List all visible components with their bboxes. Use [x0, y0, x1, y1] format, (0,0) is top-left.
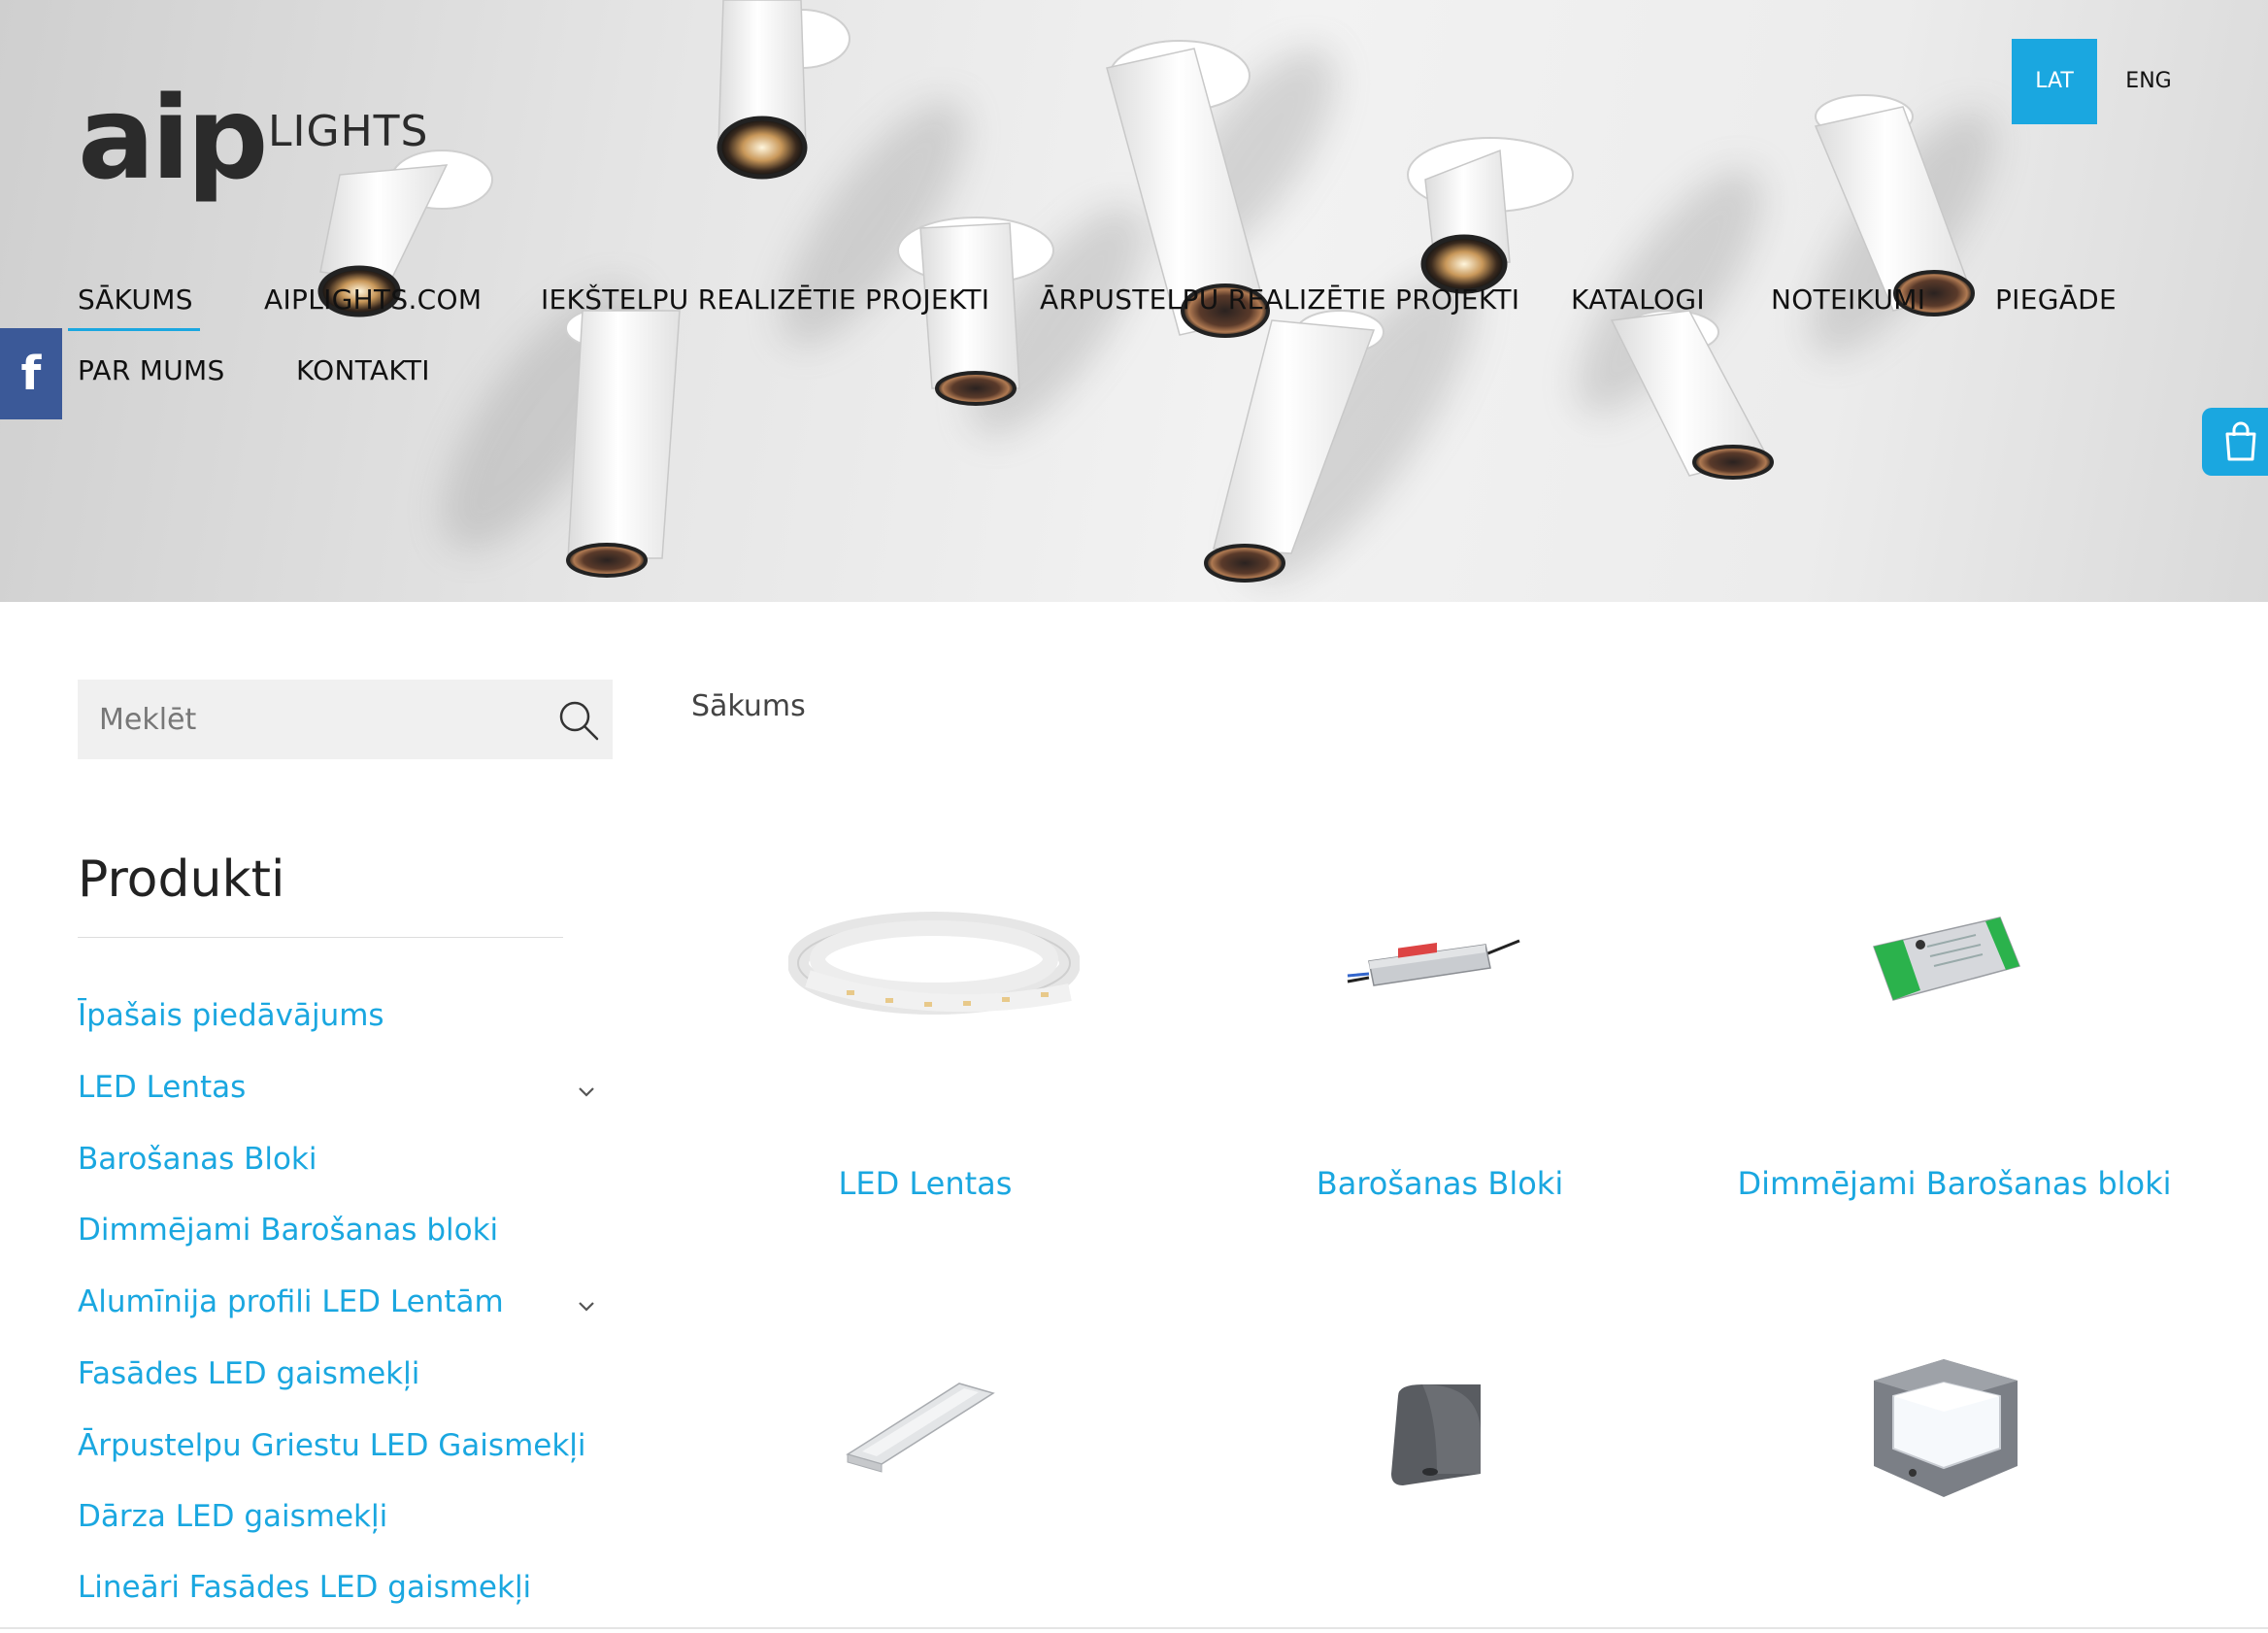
sidebar-title: Produkti: [78, 850, 285, 909]
led-strip-image[interactable]: [788, 903, 1080, 1029]
sidebar-item-arpustelpu-griestu[interactable]: Ārpustelpu Griestu LED Gaismekļi: [78, 1428, 586, 1463]
facebook-icon: f: [20, 347, 42, 401]
category-barosanas-bloki-link[interactable]: Barošanas Bloki: [1187, 1165, 1692, 1202]
nav-item-indoor-projects[interactable]: IEKŠTELPU REALIZĒTIE PROJEKTI: [541, 283, 989, 316]
logo-main-text: aip: [78, 71, 269, 205]
chevron-down-icon[interactable]: [577, 1300, 596, 1314]
search-icon[interactable]: [557, 699, 600, 742]
sidebar-item-special-offer[interactable]: Īpašais piedāvājums: [78, 998, 384, 1033]
garden-light-image[interactable]: [1854, 1351, 2034, 1512]
aluminium-profile-image[interactable]: [843, 1369, 998, 1476]
sidebar-item-fasades[interactable]: Fasādes LED gaismekļi: [78, 1356, 419, 1391]
search-box: [78, 680, 613, 759]
search-input[interactable]: [78, 680, 555, 759]
cart-button[interactable]: [2202, 408, 2268, 476]
category-led-lentas-link[interactable]: LED Lentas: [673, 1165, 1178, 1202]
nav-item-noteikumi[interactable]: NOTEIKUMI: [1771, 283, 1925, 316]
power-supply-image[interactable]: [1340, 927, 1524, 1005]
sidebar-item-barosanas-bloki[interactable]: Barošanas Bloki: [78, 1142, 317, 1177]
nav-item-sakums[interactable]: SĀKUMS: [78, 283, 193, 316]
sidebar-item-led-lentas[interactable]: LED Lentas: [78, 1070, 246, 1105]
sidebar-item-dimmejami[interactable]: Dimmējami Barošanas bloki: [78, 1213, 498, 1248]
nav-item-piegade[interactable]: PIEGĀDE: [1995, 283, 2117, 316]
nav-item-outdoor-projects[interactable]: ĀRPUSTELPU REALIZĒTIE PROJEKTI: [1040, 283, 1519, 316]
lang-lat-button[interactable]: LAT: [2012, 39, 2097, 124]
lang-eng-button[interactable]: ENG: [2115, 39, 2183, 124]
nav-item-kontakti[interactable]: KONTAKTI: [296, 354, 430, 386]
logo-sub-text: LIGHTS: [268, 107, 429, 156]
cart-icon: [2225, 421, 2256, 461]
nav-item-katalogi[interactable]: KATALOGI: [1571, 283, 1705, 316]
nav-item-par-mums[interactable]: PAR MUMS: [78, 354, 225, 386]
chevron-down-icon[interactable]: [577, 1085, 596, 1099]
sidebar-item-lineari-fasades[interactable]: Lineāri Fasādes LED gaismekļi: [78, 1570, 531, 1605]
page-bottom-divider: [0, 1627, 2268, 1629]
sidebar-divider: [78, 937, 563, 938]
facebook-button[interactable]: f: [0, 328, 62, 419]
dimmable-power-supply-image[interactable]: [1864, 908, 2029, 1019]
nav-active-indicator: [68, 328, 200, 331]
sidebar-item-aluminija-profili[interactable]: Alumīnija profili LED Lentām: [78, 1284, 504, 1319]
category-dimmejami-link[interactable]: Dimmējami Barošanas bloki: [1702, 1165, 2207, 1202]
hero-banner: aip LIGHTS LAT ENG SĀKUMS AIPLIGHTS.COM …: [0, 0, 2268, 602]
nav-item-aiplights-com[interactable]: AIPLIGHTS.COM: [264, 283, 482, 316]
brand-logo[interactable]: aip LIGHTS: [78, 70, 447, 206]
sidebar-item-darza[interactable]: Dārza LED gaismekļi: [78, 1499, 387, 1534]
wall-light-image[interactable]: [1384, 1377, 1490, 1488]
breadcrumb[interactable]: Sākums: [691, 689, 806, 723]
